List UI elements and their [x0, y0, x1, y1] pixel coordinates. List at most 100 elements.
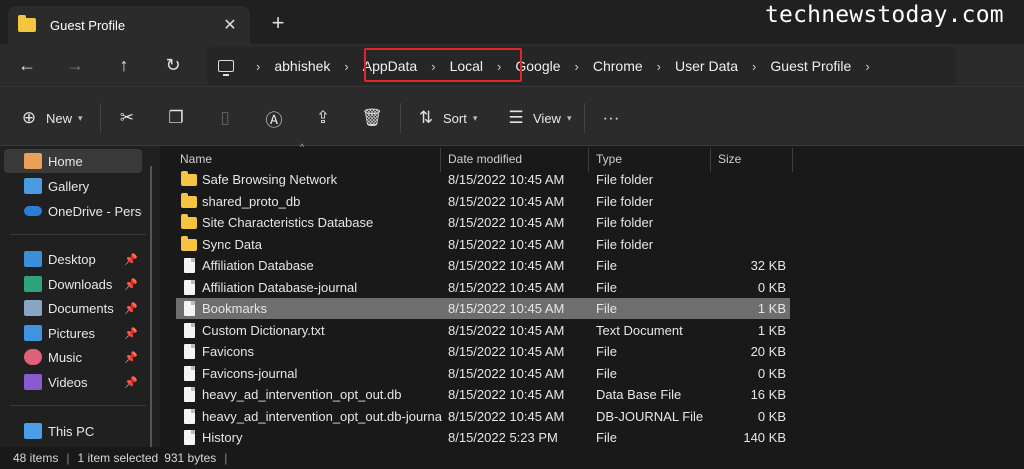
pin-icon[interactable]: 📌 — [124, 376, 138, 389]
new-tab-button[interactable]: + — [266, 10, 290, 36]
sidebar-item-home[interactable]: Home — [4, 149, 142, 173]
file-row[interactable]: Custom Dictionary.txt 8/15/2022 10:45 AM T… — [176, 320, 790, 341]
watermark: technewstoday.com — [765, 2, 1004, 28]
back-button[interactable]: ← — [14, 53, 40, 77]
file-name: Custom Dictionary.txt — [202, 322, 325, 338]
pin-icon[interactable]: 📌 — [124, 351, 138, 364]
file-size: 0 KB — [757, 408, 786, 424]
close-tab-button[interactable]: ✕ — [220, 15, 240, 35]
this-pc-icon[interactable] — [218, 60, 234, 76]
trash-icon: 🗑 — [361, 108, 383, 127]
rename-button[interactable]: Ⓐ — [263, 107, 285, 130]
pin-icon[interactable]: 📌 — [124, 253, 138, 266]
file-row[interactable]: heavy_ad_intervention_opt_out.db 8/15/202… — [176, 384, 790, 405]
breadcrumb-separator[interactable]: › — [491, 59, 507, 74]
item-count: 48 items — [13, 451, 59, 465]
file-date-modified: 8/15/2022 10:45 AM — [448, 279, 565, 295]
breadcrumb-google[interactable]: Google — [507, 58, 568, 74]
breadcrumb-separator[interactable]: › — [569, 59, 585, 74]
tab-guest-profile[interactable]: Guest Profile ✕ — [8, 6, 250, 44]
breadcrumb-separator[interactable]: › — [746, 59, 762, 74]
file-row[interactable]: Site Characteristics Database 8/15/2022 1… — [176, 212, 790, 233]
sidebar-item-music[interactable]: Music 📌 — [4, 345, 142, 369]
file-row[interactable]: heavy_ad_intervention_opt_out.db-journal… — [176, 406, 790, 427]
file-type: Text Document — [596, 322, 683, 338]
sidebar-scrollbar[interactable] — [150, 166, 152, 469]
file-size: 1 KB — [757, 322, 786, 338]
breadcrumb-appdata[interactable]: AppData — [355, 58, 425, 74]
breadcrumb-chrome[interactable]: Chrome — [585, 58, 651, 74]
share-icon: ⇪ — [315, 108, 331, 127]
view-button[interactable]: ☰ View ▾ — [505, 107, 571, 129]
breadcrumb-separator[interactable]: › — [425, 59, 441, 74]
file-row[interactable]: History 8/15/2022 5:23 PM File 140 KB — [176, 427, 790, 448]
paste-button[interactable]: ▯ — [214, 107, 236, 129]
more-options-button[interactable]: ··· — [600, 107, 622, 129]
breadcrumb-separator[interactable]: › — [859, 59, 875, 74]
file-row[interactable]: Favicons-journal 8/15/2022 10:45 AM File 0 … — [176, 363, 790, 384]
column-divider[interactable] — [792, 148, 793, 172]
sidebar-item-this-pc[interactable]: This PC — [4, 419, 142, 443]
breadcrumb-separator[interactable]: › — [338, 59, 354, 74]
file-type: Data Base File — [596, 387, 682, 402]
chevron-down-icon: ▾ — [472, 112, 478, 123]
file-type: File folder — [596, 236, 654, 252]
breadcrumb-separator[interactable]: › — [651, 59, 667, 74]
file-row[interactable]: shared_proto_db 8/15/2022 10:45 AM File fo… — [176, 191, 790, 212]
breadcrumb-user-data[interactable]: User Data — [667, 58, 746, 74]
file-date-modified: 8/15/2022 10:45 AM — [448, 258, 565, 273]
status-bar: 48 items | 1 item selected 931 bytes | — [0, 447, 1024, 469]
file-row[interactable]: Sync Data 8/15/2022 10:45 AM File folder — [176, 234, 790, 255]
pin-icon[interactable]: 📌 — [124, 302, 138, 315]
scissors-icon: ✂ — [119, 108, 135, 127]
file-size: 0 KB — [757, 279, 786, 295]
new-button[interactable]: ⊕ New ▾ — [18, 107, 83, 129]
navigation-bar: ← → ↑ ↻ › abhishek › AppData › Local › G… — [0, 44, 1024, 86]
sidebar-item-label: Documents — [48, 300, 114, 316]
copy-button[interactable]: ❐ — [165, 107, 187, 129]
file-name: Site Characteristics Database — [202, 215, 374, 230]
sidebar-item-pictures[interactable]: Pictures 📌 — [4, 321, 142, 345]
breadcrumb-local[interactable]: Local — [442, 58, 491, 74]
sidebar-item-downloads[interactable]: Downloads 📌 — [4, 272, 142, 296]
pin-icon[interactable]: 📌 — [124, 327, 138, 340]
share-button[interactable]: ⇪ — [312, 107, 334, 129]
refresh-button[interactable]: ↻ — [160, 53, 186, 77]
breadcrumb-separator[interactable]: › — [250, 59, 266, 74]
cut-button[interactable]: ✂ — [116, 107, 138, 129]
delete-button[interactable]: 🗑 — [361, 107, 383, 129]
file-row[interactable]: Affiliation Database-journal 8/15/2022 10… — [176, 277, 790, 298]
documents-icon — [24, 300, 42, 316]
sort-button[interactable]: ⇅ Sort ▾ — [415, 107, 478, 129]
file-type: File — [596, 365, 617, 381]
address-bar[interactable]: › abhishek › AppData › Local › Google › … — [206, 47, 956, 85]
sidebar-item-onedrive[interactable]: OneDrive - Person — [4, 199, 142, 223]
divider — [400, 103, 401, 133]
file-row[interactable]: Affiliation Database 8/15/2022 10:45 AM Fi… — [176, 255, 790, 276]
file-name: Bookmarks — [202, 301, 268, 316]
up-button[interactable]: ↑ — [111, 53, 137, 77]
file-row[interactable]: Favicons 8/15/2022 10:45 AM File 20 KB — [176, 341, 790, 362]
breadcrumb-guest-profile[interactable]: Guest Profile — [762, 58, 859, 74]
view-icon: ☰ — [508, 108, 524, 127]
gallery-icon — [24, 178, 42, 194]
file-icon — [184, 365, 195, 381]
file-row[interactable]: Bookmarks 8/15/2022 10:45 AM File 1 KB — [176, 298, 790, 319]
view-label: View — [533, 110, 561, 126]
file-row[interactable]: Safe Browsing Network 8/15/2022 10:45 AM F… — [176, 169, 790, 190]
breadcrumb-abhishek[interactable]: abhishek — [266, 58, 338, 74]
file-size — [716, 234, 786, 255]
sidebar-item-label: Downloads — [48, 276, 113, 292]
pin-icon[interactable]: 📌 — [124, 278, 138, 291]
file-icon — [184, 344, 195, 359]
file-size: 1 KB — [757, 301, 786, 316]
sidebar-item-gallery[interactable]: Gallery — [4, 174, 142, 198]
sidebar-item-desktop[interactable]: Desktop 📌 — [4, 247, 142, 271]
forward-button[interactable]: → — [62, 53, 88, 77]
sidebar-item-documents[interactable]: Documents 📌 — [4, 296, 142, 320]
sort-label: Sort — [443, 110, 467, 126]
folder-icon — [181, 214, 197, 229]
sidebar-item-label: Videos — [48, 374, 88, 390]
sidebar-item-videos[interactable]: Videos 📌 — [4, 370, 142, 394]
sidebar-item-label: OneDrive - Person — [48, 203, 142, 219]
